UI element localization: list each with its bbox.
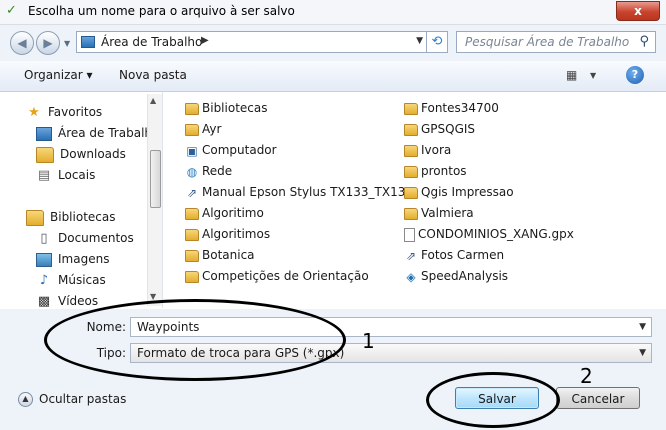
file-icon: [404, 227, 415, 242]
chevron-up-icon: ▲: [18, 392, 33, 407]
network-icon: ◍: [186, 164, 198, 179]
list-item[interactable]: ⇗ Fotos Carmen: [404, 245, 504, 265]
view-dropdown-icon[interactable]: ▼: [590, 71, 596, 80]
folder-icon: [404, 123, 418, 136]
annotation-marker-2: 2: [580, 364, 593, 388]
new-folder-button[interactable]: Nova pasta: [119, 68, 187, 82]
sidebar-item-documentos[interactable]: ▯ Documentos: [36, 228, 133, 248]
user-folder-icon: [185, 123, 199, 136]
folder-icon: [185, 249, 199, 262]
list-item[interactable]: ◍ Rede: [185, 161, 232, 181]
close-button[interactable]: x: [616, 1, 660, 21]
folder-icon: [185, 207, 199, 220]
list-item[interactable]: Algoritimo: [185, 203, 264, 223]
view-options-icon[interactable]: ▦: [566, 68, 577, 82]
star-icon: ★: [28, 104, 40, 120]
desktop-icon: [36, 126, 52, 141]
app-shortcut-icon: ◈: [406, 269, 416, 284]
filename-dropdown-icon[interactable]: ▼: [639, 322, 646, 332]
file-type-dropdown-icon[interactable]: ▼: [639, 348, 646, 358]
folder-icon: [404, 207, 418, 220]
list-item[interactable]: Bibliotecas: [185, 98, 267, 118]
annotation-marker-1: 1: [362, 329, 375, 353]
search-placeholder: Pesquisar Área de Trabalho: [465, 35, 630, 49]
help-icon[interactable]: ?: [626, 66, 644, 84]
sidebar-item-favoritos[interactable]: ★ Favoritos: [26, 102, 102, 122]
window-title: Escolha um nome para o arquivo à ser sal…: [28, 4, 295, 18]
search-icon[interactable]: ⚲: [639, 34, 649, 49]
search-input[interactable]: Pesquisar Área de Trabalho ⚲: [456, 31, 656, 53]
hide-folders-button[interactable]: ▲ Ocultar pastas: [18, 392, 126, 407]
sidebar-item-bibliotecas[interactable]: Bibliotecas: [26, 207, 115, 227]
save-form-panel: Nome: Waypoints ▼ Tipo: Formato de troca…: [0, 299, 666, 430]
list-item[interactable]: ▣ Computador: [185, 140, 276, 160]
command-toolbar: Organizar ▾ Nova pasta ▦ ▼ ?: [0, 61, 666, 92]
shortcut-icon: ⇗: [186, 185, 198, 200]
videos-icon: ▩: [37, 293, 51, 308]
desktop-icon: [81, 36, 95, 48]
libraries-icon: [185, 102, 199, 115]
list-item[interactable]: ◈ SpeedAnalysis: [404, 266, 508, 286]
downloads-icon: [36, 146, 54, 163]
list-item[interactable]: CONDOMINIOS_XANG.gpx: [404, 224, 574, 244]
list-item[interactable]: Fontes34700: [404, 98, 499, 118]
sidebar-scroll-thumb[interactable]: [150, 150, 161, 208]
folder-icon: [404, 144, 418, 157]
computer-icon: ▣: [186, 143, 198, 158]
navigation-pane: ★ Favoritos Área de Trabalho Downloads ▤ L…: [0, 92, 163, 308]
list-item[interactable]: Competições de Orientação: [185, 266, 369, 286]
annotation-ellipse-1: [44, 299, 346, 381]
list-item[interactable]: Qgis Impressao: [404, 182, 514, 202]
images-icon: [36, 252, 52, 267]
list-item[interactable]: Ivora: [404, 140, 451, 160]
address-field[interactable]: Área de Trabalho ▶ ▼: [76, 31, 448, 53]
breadcrumb-chevron-icon[interactable]: ▶: [201, 35, 209, 46]
libraries-icon: [26, 209, 44, 226]
folder-icon: [185, 270, 199, 283]
documents-icon: ▯: [40, 230, 48, 246]
list-item[interactable]: Algoritimos: [185, 224, 270, 244]
folder-icon: [404, 102, 418, 115]
back-button[interactable]: ◀: [10, 31, 34, 55]
folder-icon: [404, 186, 418, 199]
address-location[interactable]: Área de Trabalho: [101, 35, 202, 49]
recent-places-icon: ▤: [37, 167, 51, 183]
forward-button[interactable]: ▶: [36, 31, 60, 55]
sidebar-item-area-de-trabalho[interactable]: Área de Trabalho: [36, 123, 159, 143]
cancel-button[interactable]: Cancelar: [556, 387, 640, 409]
music-icon: ♪: [39, 272, 49, 288]
folder-icon: [404, 165, 418, 178]
sidebar-item-videos[interactable]: ▩ Vídeos: [36, 291, 98, 308]
sidebar-item-downloads[interactable]: Downloads: [36, 144, 126, 164]
list-item[interactable]: ⇗ Manual Epson Stylus TX133_TX135: [185, 182, 413, 202]
list-item[interactable]: Valmiera: [404, 203, 474, 223]
list-item[interactable]: prontos: [404, 161, 467, 181]
address-bar-area: ◀ ▶ ▼ Área de Trabalho ▶ ▼ ⟲ Pesquisar Á…: [0, 25, 666, 61]
list-item[interactable]: Botanica: [185, 245, 255, 265]
file-list: Bibliotecas Ayr ▣ Computador ◍ Rede ⇗ Manua…: [163, 92, 666, 308]
scroll-up-icon[interactable]: ▲: [150, 96, 156, 105]
refresh-button[interactable]: ⟲: [426, 31, 448, 53]
sidebar-item-musicas[interactable]: ♪ Músicas: [36, 270, 106, 290]
shortcut-icon: ⇗: [405, 248, 417, 263]
qgis-app-icon: ✓: [6, 3, 17, 18]
recent-pages-dropdown-icon[interactable]: ▼: [64, 39, 70, 48]
organize-button[interactable]: Organizar ▾: [24, 68, 93, 82]
sidebar-item-imagens[interactable]: Imagens: [36, 249, 109, 269]
sidebar-item-locais[interactable]: ▤ Locais: [36, 165, 96, 185]
list-item[interactable]: GPSQGIS: [404, 119, 475, 139]
title-bar: ✓ Escolha um nome para o arquivo à ser s…: [0, 0, 666, 25]
folder-icon: [185, 228, 199, 241]
annotation-ellipse-2: [426, 372, 560, 428]
list-item[interactable]: Ayr: [185, 119, 221, 139]
address-dropdown-icon[interactable]: ▼: [416, 36, 423, 46]
